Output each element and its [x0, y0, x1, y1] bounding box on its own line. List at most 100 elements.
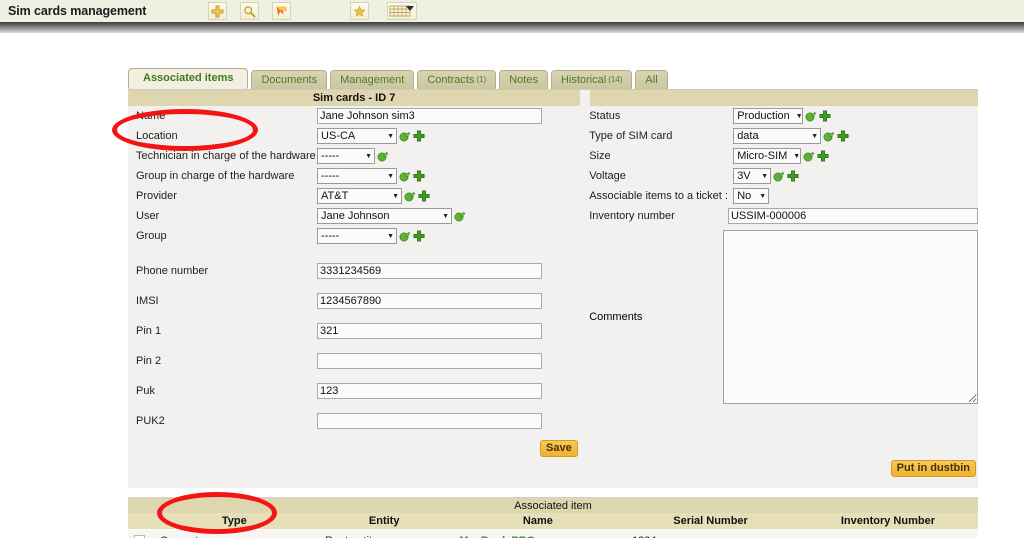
group-select[interactable]: ----- ▼: [317, 228, 397, 244]
edit-dropdown-icon[interactable]: [805, 110, 817, 122]
comments-label: Comments: [589, 311, 643, 323]
field-label: Name: [136, 110, 166, 122]
field-control: [317, 413, 542, 429]
size-select[interactable]: Micro-SIM ▼: [733, 148, 802, 164]
field-label: Technician in charge of the hardware: [136, 150, 316, 162]
puk-field[interactable]: [317, 383, 542, 399]
tab-management[interactable]: Management: [330, 70, 415, 89]
tab-contracts[interactable]: Contracts (1): [417, 70, 497, 89]
pin2-field[interactable]: [317, 353, 542, 369]
add-new-icon[interactable]: [837, 130, 849, 142]
cell-text: Root entity: [325, 535, 378, 538]
cell-entity: Root entity: [316, 535, 450, 538]
comments-textarea[interactable]: [722, 230, 978, 404]
panel-banner-right: [590, 90, 978, 106]
column-header[interactable]: Inventory Number: [797, 513, 978, 529]
status-select[interactable]: Production ▼: [733, 108, 804, 124]
form-row: Type of SIM card data ▼: [586, 126, 978, 146]
voltage-select[interactable]: 3V ▼: [733, 168, 772, 184]
imsi-field[interactable]: [317, 293, 542, 309]
edit-dropdown-icon[interactable]: [773, 170, 785, 182]
name-field[interactable]: [317, 108, 542, 124]
column-header[interactable]: Type: [152, 513, 316, 529]
add-new-icon[interactable]: [819, 110, 831, 122]
comments-field-group: Comments: [586, 230, 978, 404]
tab-documents[interactable]: Documents: [251, 70, 328, 89]
form-row: Pin 2: [133, 346, 580, 376]
associated-item-section: Associated item Type Entity Name Serial Num…: [128, 497, 978, 538]
bookmark-icon[interactable]: [272, 2, 292, 20]
display-options-icon[interactable]: [387, 2, 418, 20]
tab-associated-items[interactable]: Associated items: [128, 68, 249, 89]
field-control: [317, 263, 542, 279]
chevron-down-icon: ▼: [795, 112, 803, 120]
tab-label: Contracts: [427, 73, 475, 86]
select-value: 3V: [737, 169, 751, 182]
field-control: [317, 108, 542, 124]
form-row: IMSI: [133, 286, 580, 316]
form-columns: Name LocationUS-CA▼ Technician in charge o…: [128, 106, 978, 436]
column-header[interactable]: Entity: [317, 513, 451, 529]
edit-dropdown-icon[interactable]: [803, 150, 815, 162]
save-row: Save: [128, 440, 978, 460]
field-control: [317, 323, 542, 339]
form-row: PUK2: [133, 406, 580, 436]
save-button[interactable]: Save: [540, 440, 578, 458]
technician-select[interactable]: ----- ▼: [317, 148, 375, 164]
edit-dropdown-icon[interactable]: [399, 170, 411, 182]
field-label: Phone number: [136, 265, 209, 277]
page-title: Sim cards management: [8, 4, 147, 18]
search-icon[interactable]: [240, 2, 260, 20]
add-new-icon[interactable]: [413, 170, 425, 182]
pin1-field[interactable]: [317, 323, 542, 339]
field-control: No ▼: [733, 188, 770, 204]
table-row[interactable]: Computers Root entity MacBook PRO 1234: [128, 529, 978, 538]
tab-historical[interactable]: Historical (14): [550, 70, 633, 89]
cell-name[interactable]: MacBook PRO: [450, 535, 623, 538]
location-select[interactable]: US-CA ▼: [317, 128, 397, 144]
add-new-icon[interactable]: [413, 130, 425, 142]
inventory-number-field[interactable]: [727, 208, 978, 224]
edit-dropdown-icon[interactable]: [454, 210, 466, 222]
associable-items-select[interactable]: No ▼: [733, 188, 770, 204]
column-header[interactable]: Name: [452, 513, 624, 529]
add-icon[interactable]: [208, 2, 228, 20]
add-new-icon[interactable]: [413, 230, 425, 242]
chevron-down-icon: ▼: [387, 172, 394, 180]
add-new-icon[interactable]: [418, 190, 430, 202]
field-label: Puk: [136, 385, 155, 397]
field-label: Provider: [136, 190, 177, 202]
edit-dropdown-icon[interactable]: [823, 130, 835, 142]
select-value: Micro-SIM: [737, 149, 788, 162]
select-value: No: [737, 189, 752, 202]
user-select[interactable]: Jane Johnson ▼: [317, 208, 452, 224]
type-of-sim-card-select[interactable]: data ▼: [733, 128, 822, 144]
field-label: Group in charge of the hardware: [136, 170, 295, 182]
tab-all[interactable]: All: [635, 70, 668, 89]
edit-dropdown-icon[interactable]: [399, 130, 411, 142]
group-in-charge-select[interactable]: ----- ▼: [317, 168, 397, 184]
add-new-icon[interactable]: [787, 170, 799, 182]
field-label: Associable items to a ticket :: [589, 190, 728, 202]
form-row: Voltage 3V ▼: [586, 166, 978, 186]
column-header[interactable]: Serial Number: [625, 513, 796, 529]
edit-dropdown-icon[interactable]: [399, 230, 411, 242]
header-toolbar-left: [208, 2, 292, 20]
tab-notes[interactable]: Notes: [499, 70, 548, 89]
favorite-star-icon[interactable]: [350, 2, 370, 20]
add-new-icon[interactable]: [817, 150, 829, 162]
form-row: Location US-CA ▼: [133, 126, 580, 146]
edit-dropdown-icon[interactable]: [404, 190, 416, 202]
form-row: Name: [133, 106, 580, 126]
provider-select[interactable]: AT&T ▼: [317, 188, 402, 204]
chevron-down-icon: ▼: [793, 152, 801, 160]
puk2-field[interactable]: [317, 413, 542, 429]
item-link[interactable]: MacBook PRO: [459, 535, 535, 538]
put-in-dustbin-button[interactable]: Put in dustbin: [890, 460, 976, 478]
spacer: [0, 33, 1024, 53]
edit-dropdown-icon[interactable]: [377, 150, 389, 162]
chevron-down-icon: ▼: [392, 192, 399, 200]
column-header[interactable]: [128, 513, 151, 529]
phone-number-field[interactable]: [317, 263, 542, 279]
chevron-down-icon: ▼: [365, 152, 372, 160]
